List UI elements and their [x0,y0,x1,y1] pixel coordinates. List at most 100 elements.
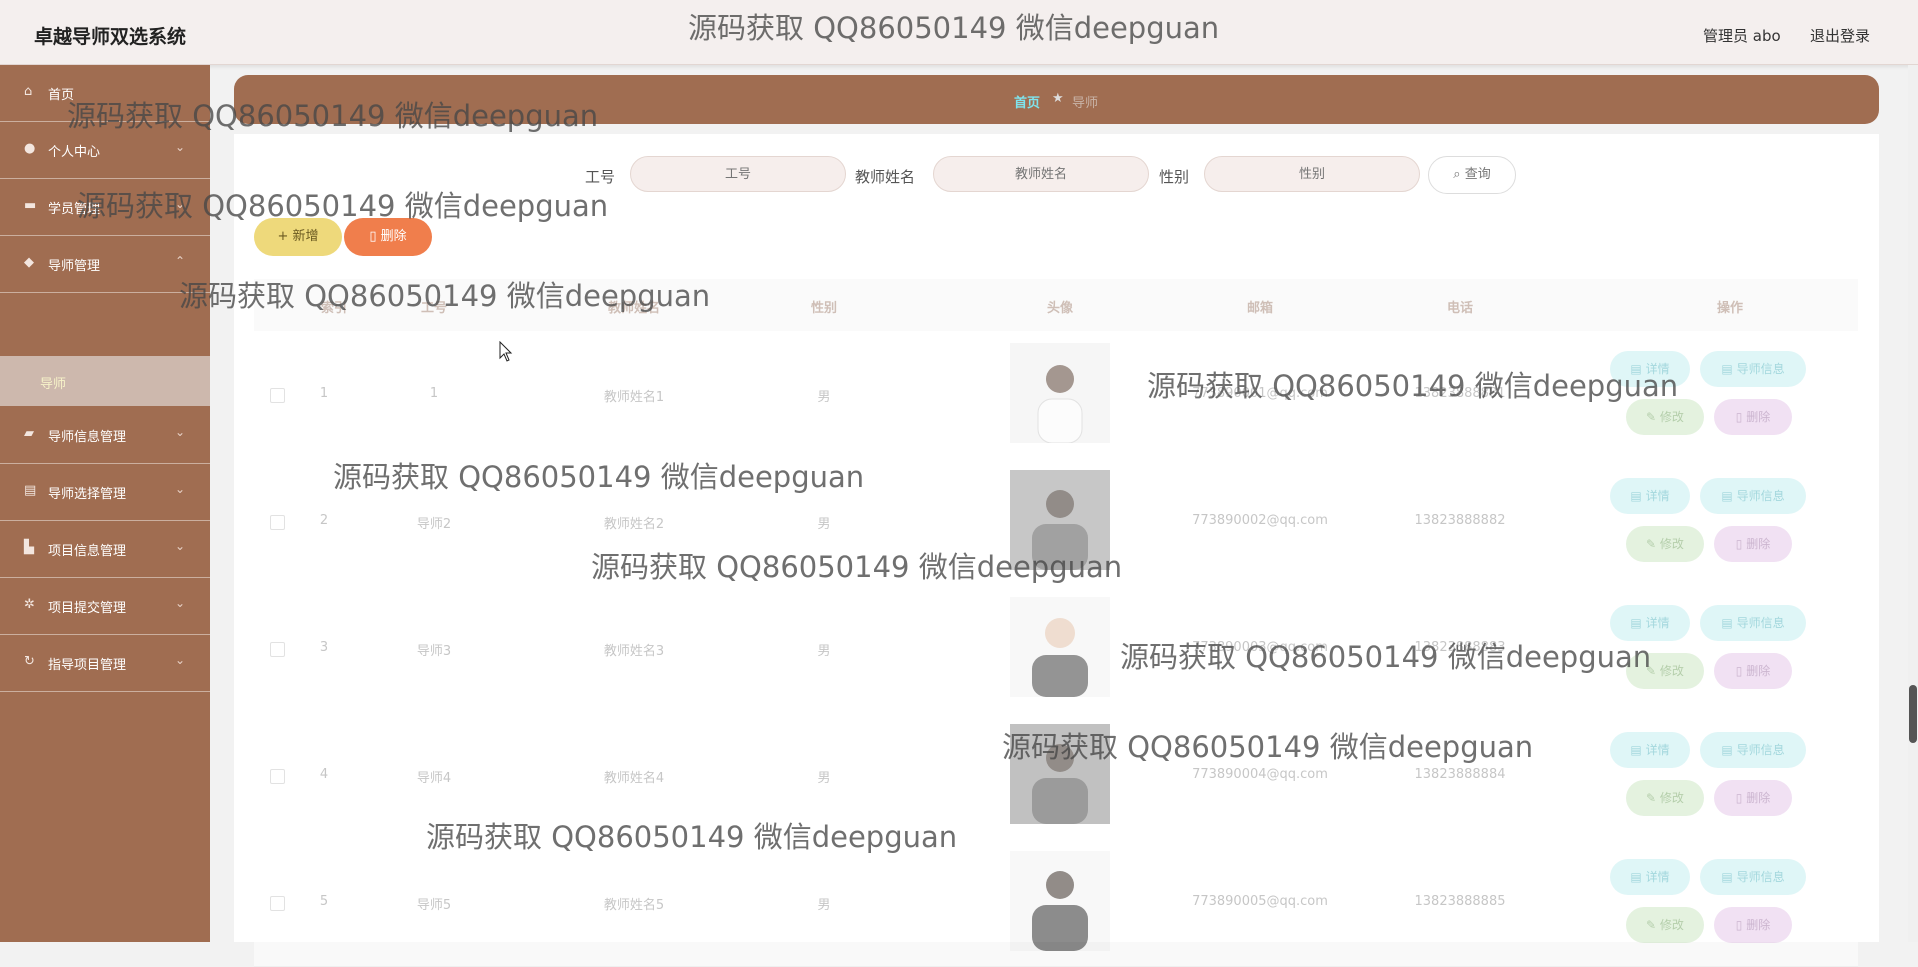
delete-button[interactable]: ▯ 删除 [344,218,432,256]
cell-index: 4 [319,767,329,782]
query-button[interactable]: ⌕ 查询 [1428,156,1516,194]
scrollbar-thumb[interactable] [1909,685,1917,743]
sidebar-item-project-submission[interactable]: ✲ 项目提交管理 ⌄ [0,578,210,635]
cell-index: 2 [319,513,329,528]
column-header-avatar[interactable]: 头像 [1020,297,1100,316]
cell-gender: 男 [817,898,831,913]
avatar [1010,597,1110,697]
breadcrumb-home-link[interactable]: 首页 [1014,92,1040,111]
cell-index: 5 [319,894,329,909]
sidebar-item-label: 项目信息管理 [48,544,127,559]
page-scrollbar[interactable] [1908,65,1918,942]
column-header-id[interactable]: 工号 [394,297,474,316]
cell-index: 1 [319,386,329,401]
sidebar: ⌂ 首页 ● 个人中心 ⌄ ▬ 学员管理 ⌄ ◆ 导师管理 ⌃ 导师 ▰ 导师信… [0,65,210,942]
row-delete-button[interactable]: ▯ 删除 [1714,780,1792,816]
table-row: 2 导师2 教师姓名2 男 773890002@qq.com 138238888… [254,458,1858,586]
shield-icon: ◆ [24,255,34,270]
logout-button[interactable]: 退出登录 [1810,25,1870,46]
tutor-info-button[interactable]: ▤ 导师信息 [1700,605,1806,641]
chevron-down-icon: ⌄ [175,482,186,496]
detail-button[interactable]: ▤ 详情 [1610,732,1690,768]
row-delete-button[interactable]: ▯ 删除 [1714,526,1792,562]
detail-button[interactable]: ▤ 详情 [1610,478,1690,514]
delete-button-label: 删除 [380,229,407,244]
edit-button[interactable]: ✎ 修改 [1626,653,1704,689]
sidebar-item-personal-center[interactable]: ● 个人中心 ⌄ [0,122,210,179]
cell-email: 773890002@qq.com [1192,513,1328,528]
column-header-gender[interactable]: 性别 [784,297,864,316]
column-header-phone[interactable]: 电话 [1420,297,1500,316]
avatar [1010,851,1110,951]
tutor-info-button[interactable]: ▤ 导师信息 [1700,351,1806,387]
name-label: 教师姓名 [855,168,916,186]
detail-button[interactable]: ▤ 详情 [1610,605,1690,641]
cell-phone: 13823888882 [1414,513,1506,528]
column-header-email[interactable]: 邮箱 [1220,297,1300,316]
cell-id: 导师5 [416,898,452,913]
edit-button[interactable]: ✎ 修改 [1626,780,1704,816]
cell-name: 教师姓名4 [603,771,665,786]
column-header-index[interactable]: 索引 [314,297,354,316]
gender-label: 性别 [1159,168,1190,186]
table-row: 4 导师4 教师姓名4 男 773890004@qq.com 138238888… [254,712,1858,840]
main-panel: 工号 教师姓名 性别 ⌕ 查询 + 新增 ▯ 删除 索引 工号 教师姓名 性别 … [234,134,1879,967]
cell-email: 773890003@qq.com [1192,640,1328,655]
cell-gender: 男 [817,517,831,532]
avatar [1010,470,1110,570]
sidebar-item-label: 指导项目管理 [48,658,127,673]
top-header: 卓越导师双选系统 管理员 abo 退出登录 [0,0,1918,65]
row-checkbox[interactable] [270,896,285,911]
sidebar-subitem-tutor[interactable]: 导师 [0,356,210,406]
current-user[interactable]: 管理员 abo [1703,25,1781,46]
sidebar-item-tutor-selection[interactable]: ▤ 导师选择管理 ⌄ [0,464,210,521]
id-search-input[interactable] [630,156,846,192]
tutor-info-button[interactable]: ▤ 导师信息 [1700,478,1806,514]
sidebar-item-guided-projects[interactable]: ↻ 指导项目管理 ⌄ [0,635,210,692]
chevron-down-icon: ⌄ [175,425,186,439]
star-icon: ★ [1052,91,1064,106]
name-search-input[interactable] [933,156,1149,192]
sidebar-item-label: 个人中心 [48,145,101,160]
sidebar-item-project-info[interactable]: ▙ 项目信息管理 ⌄ [0,521,210,578]
tutor-info-button[interactable]: ▤ 导师信息 [1700,859,1806,895]
cell-id: 导师2 [416,517,452,532]
sidebar-item-label: 学员管理 [48,202,101,217]
detail-button[interactable]: ▤ 详情 [1610,859,1690,895]
tutor-table: 索引 工号 教师姓名 性别 头像 邮箱 电话 操作 1 1 教师姓名1 男 77… [254,279,1858,967]
row-checkbox[interactable] [270,769,285,784]
sidebar-item-label: 导师管理 [48,259,101,274]
home-icon: ⌂ [24,84,33,99]
add-button[interactable]: + 新增 [254,218,342,256]
row-delete-button[interactable]: ▯ 删除 [1714,907,1792,943]
edit-button[interactable]: ✎ 修改 [1626,907,1704,943]
tutor-info-button[interactable]: ▤ 导师信息 [1700,732,1806,768]
edit-button[interactable]: ✎ 修改 [1626,399,1704,435]
row-checkbox[interactable] [270,515,285,530]
gear-icon: ✲ [24,597,35,612]
chevron-down-icon: ⌄ [175,596,186,610]
sidebar-item-students[interactable]: ▬ 学员管理 ⌄ [0,179,210,236]
row-delete-button[interactable]: ▯ 删除 [1714,399,1792,435]
row-delete-button[interactable]: ▯ 删除 [1714,653,1792,689]
cell-id: 导师4 [416,771,452,786]
sidebar-item-tutor-management[interactable]: ◆ 导师管理 ⌃ [0,236,210,293]
detail-button[interactable]: ▤ 详情 [1610,351,1690,387]
cell-name: 教师姓名1 [603,390,665,405]
search-icon: ⌕ [1453,167,1461,182]
edit-button[interactable]: ✎ 修改 [1626,526,1704,562]
breadcrumb: 首页 ★ 导师 [234,75,1879,124]
cell-gender: 男 [817,644,831,659]
column-header-name[interactable]: 教师姓名 [574,297,694,316]
row-checkbox[interactable] [270,642,285,657]
cell-phone: 13823888881 [1414,386,1506,401]
sidebar-item-label: 导师信息管理 [48,430,127,445]
sidebar-item-tutor-info[interactable]: ▰ 导师信息管理 ⌄ [0,407,210,464]
sidebar-item-label: 项目提交管理 [48,601,127,616]
row-checkbox[interactable] [270,388,285,403]
sidebar-item-home[interactable]: ⌂ 首页 [0,65,210,122]
cell-index: 3 [319,640,329,655]
column-header-actions: 操作 [1716,301,1743,316]
cell-phone: 13823888883 [1414,640,1506,655]
gender-search-input[interactable] [1204,156,1420,192]
